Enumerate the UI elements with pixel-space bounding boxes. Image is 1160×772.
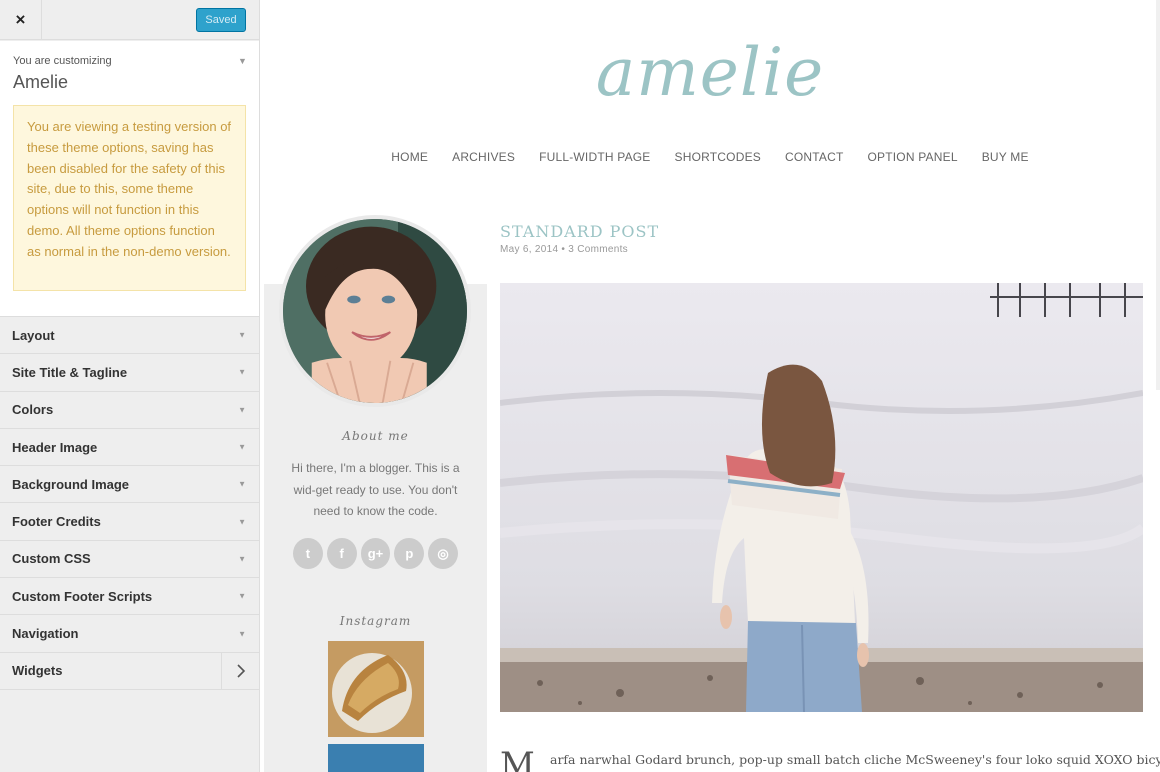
section-label: Header Image xyxy=(12,439,98,455)
instagram-photo[interactable] xyxy=(328,641,424,737)
chevron-down-icon: ▼ xyxy=(238,442,246,452)
preview-scrollbar[interactable] xyxy=(1156,0,1160,390)
section-label: Navigation xyxy=(12,626,79,642)
twitter-icon[interactable]: t xyxy=(293,538,323,569)
social-links: t f g+ p ◎ xyxy=(293,538,458,569)
chevron-down-icon: ▼ xyxy=(238,517,246,527)
customizing-label: You are customizing xyxy=(13,55,112,67)
section-label: Custom Footer Scripts xyxy=(12,588,153,604)
about-me-text: Hi there, I'm a blogger. This is a wid-g… xyxy=(291,461,460,518)
customizer-header: × Saved xyxy=(0,0,259,40)
saved-button[interactable]: Saved xyxy=(196,8,246,32)
nav-archives[interactable]: ARCHIVES xyxy=(452,150,515,164)
google-plus-icon[interactable]: g+ xyxy=(360,538,391,569)
main-navigation: HOME ARCHIVES FULL-WIDTH PAGE SHORTCODES… xyxy=(260,150,1160,164)
instagram-icon[interactable]: ◎ xyxy=(428,538,458,569)
site-logo[interactable]: amelie xyxy=(595,34,825,111)
pinterest-icon[interactable]: p xyxy=(394,538,425,569)
post-featured-image xyxy=(500,283,1143,712)
section-label: Colors xyxy=(12,402,54,418)
section-label: Custom CSS xyxy=(12,551,91,567)
facebook-icon[interactable]: f xyxy=(326,538,357,569)
chevron-down-icon: ▼ xyxy=(238,367,246,377)
theme-info-section[interactable]: You are customizing Amelie ▼ You are vie… xyxy=(0,41,259,317)
section-custom-footer-scripts[interactable]: Custom Footer Scripts ▼ xyxy=(0,578,259,616)
instagram-photo[interactable] xyxy=(328,744,424,772)
post-excerpt: arfa narwhal Godard brunch, pop-up small… xyxy=(550,752,1160,767)
customizer-panel: × Saved You are customizing Amelie ▼ You… xyxy=(0,0,260,772)
section-custom-css[interactable]: Custom CSS ▼ xyxy=(0,540,259,579)
about-me-title: About me xyxy=(342,429,409,443)
section-label: Site Title & Tagline xyxy=(12,364,128,380)
nav-contact[interactable]: CONTACT xyxy=(785,150,844,164)
theme-name: Amelie xyxy=(13,72,69,92)
nav-option-panel[interactable]: OPTION PANEL xyxy=(868,150,958,164)
author-avatar xyxy=(279,215,471,407)
section-colors[interactable]: Colors ▼ xyxy=(0,391,259,429)
section-layout[interactable]: Layout ▼ xyxy=(0,317,259,355)
section-label: Footer Credits xyxy=(12,514,101,530)
post-title[interactable]: STANDARD POST xyxy=(500,222,659,241)
close-customizer-button[interactable]: × xyxy=(0,0,42,40)
nav-buy-me[interactable]: BUY ME xyxy=(982,150,1029,164)
demo-notice: You are viewing a testing version of the… xyxy=(13,105,246,291)
section-navigation[interactable]: Navigation ▼ xyxy=(0,615,259,653)
section-footer-credits[interactable]: Footer Credits ▼ xyxy=(0,503,259,541)
section-widgets[interactable]: Widgets xyxy=(0,652,259,690)
post-dropcap: M xyxy=(500,745,535,772)
site-preview: amelie HOME ARCHIVES FULL-WIDTH PAGE SHO… xyxy=(260,0,1160,772)
section-label: Layout xyxy=(12,327,55,343)
chevron-down-icon: ▼ xyxy=(238,479,246,489)
chevron-down-icon: ▼ xyxy=(238,591,246,601)
nav-full-width-page[interactable]: FULL-WIDTH PAGE xyxy=(539,150,650,164)
section-background-image[interactable]: Background Image ▼ xyxy=(0,466,259,504)
customizer-sections: Layout ▼ Site Title & Tagline ▼ Colors ▼ He… xyxy=(0,317,259,690)
section-site-title-tagline[interactable]: Site Title & Tagline ▼ xyxy=(0,354,259,392)
chevron-down-icon: ▼ xyxy=(238,405,246,415)
chevron-down-icon[interactable]: ▼ xyxy=(238,56,247,66)
chevron-right-icon[interactable] xyxy=(221,652,259,689)
section-label: Widgets xyxy=(12,663,63,679)
post-meta: May 6, 2014 • 3 Comments xyxy=(500,244,628,255)
section-header-image[interactable]: Header Image ▼ xyxy=(0,428,259,467)
chevron-down-icon: ▼ xyxy=(238,554,246,564)
instagram-title: Instagram xyxy=(339,614,412,628)
nav-shortcodes[interactable]: SHORTCODES xyxy=(675,150,761,164)
chevron-down-icon: ▼ xyxy=(238,330,246,340)
chevron-down-icon: ▼ xyxy=(238,629,246,639)
section-label: Background Image xyxy=(12,476,130,492)
nav-home[interactable]: HOME xyxy=(391,150,428,164)
